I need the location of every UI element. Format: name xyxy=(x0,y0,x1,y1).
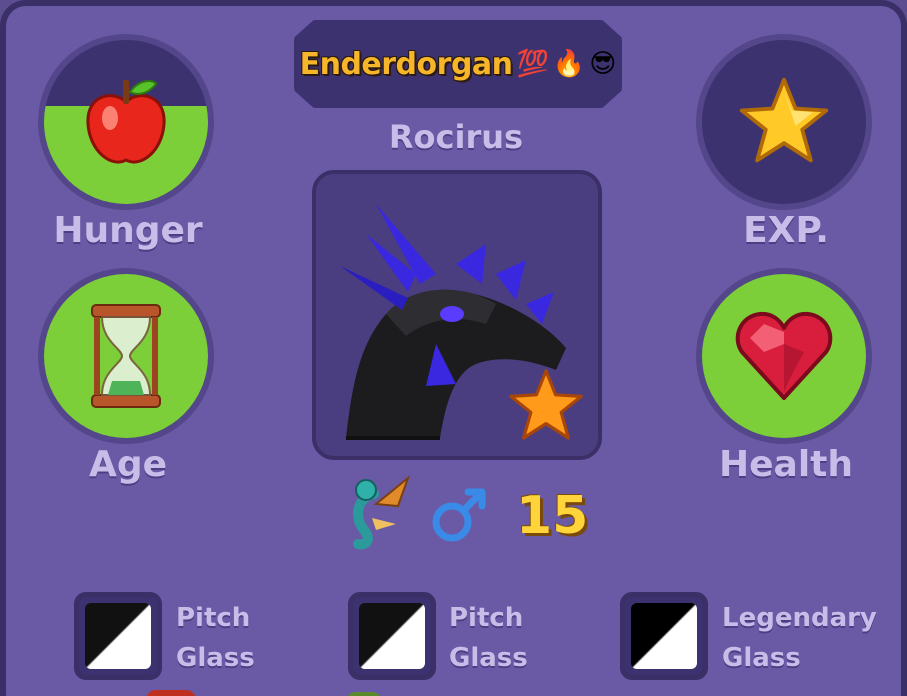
age-label: Age xyxy=(88,444,168,485)
pitch-glass-swatch xyxy=(85,603,151,669)
pet-level: 15 xyxy=(516,486,589,546)
exp-label: EXP. xyxy=(743,210,829,251)
fire-emoji: 🔥 xyxy=(552,49,586,79)
star-icon xyxy=(739,77,829,163)
item-slot-3[interactable] xyxy=(620,592,708,680)
item-2-line2: Glass xyxy=(449,643,528,673)
partial-item-icon xyxy=(146,690,196,696)
item-label-3: Legendary Glass xyxy=(722,598,877,678)
pet-name: Rocirus xyxy=(388,118,524,156)
male-gender-icon xyxy=(432,488,486,542)
pet-portrait-frame[interactable] xyxy=(312,170,602,460)
item-slot-2[interactable] xyxy=(348,592,436,680)
item-3-line1: Legendary xyxy=(722,603,877,633)
rarity-star-icon xyxy=(509,369,583,440)
hundred-emoji: 💯 xyxy=(516,49,549,79)
item-2-line1: Pitch xyxy=(449,603,524,633)
item-1-line2: Glass xyxy=(176,643,255,673)
exp-meter[interactable] xyxy=(696,34,872,210)
legendary-glass-swatch xyxy=(631,603,697,669)
hourglass-icon xyxy=(91,304,161,408)
pitch-glass-swatch xyxy=(359,603,425,669)
item-label-2: Pitch Glass xyxy=(449,598,528,678)
pet-info-row: 15 xyxy=(336,472,589,556)
item-label-1: Pitch Glass xyxy=(176,598,255,678)
owner-tag[interactable]: Enderdorgan 💯 🔥 😎 xyxy=(294,20,622,108)
owner-name: Enderdorgan xyxy=(299,46,513,82)
health-label: Health xyxy=(718,444,853,485)
item-1-line1: Pitch xyxy=(176,603,251,633)
heart-icon xyxy=(735,311,833,400)
apple-icon xyxy=(86,80,166,164)
item-3-line2: Glass xyxy=(722,643,801,673)
health-meter[interactable] xyxy=(696,268,872,444)
hunger-label: Hunger xyxy=(53,210,203,251)
cool-face-emoji: 😎 xyxy=(589,49,617,79)
item-slot-1[interactable] xyxy=(74,592,162,680)
partial-item-icon xyxy=(346,692,382,696)
age-meter[interactable] xyxy=(38,268,214,444)
pet-info-panel: Enderdorgan 💯 🔥 😎 Rocirus Hunger EXP. Ag… xyxy=(0,0,907,696)
dragon-icon xyxy=(353,475,410,550)
hunger-meter[interactable] xyxy=(38,34,214,210)
